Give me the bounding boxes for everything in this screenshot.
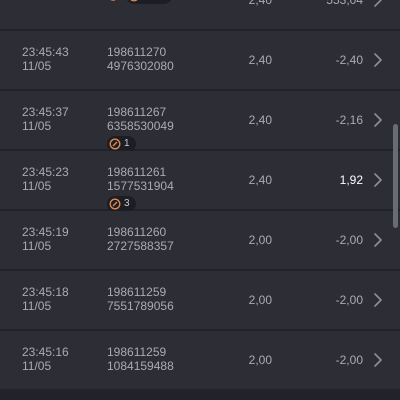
round-id: 198611261 <box>107 165 167 179</box>
parlay-icon <box>109 138 121 150</box>
bet-id: 4976302080 <box>107 59 174 73</box>
parlay-icon <box>130 0 138 2</box>
id-cell: 198611259 7551789056 <box>107 285 174 313</box>
bet-row[interactable]: 11/05 0+17 2,40 553,04 <box>0 0 400 29</box>
round-id: 198611267 <box>107 105 167 119</box>
chevron-right-icon[interactable] <box>373 172 383 188</box>
amount-value: -2,40 <box>335 53 363 67</box>
bet-row[interactable]: 23:45:37 11/05 198611267 6358530049 1 2,… <box>0 91 400 152</box>
bet-id: 7551789056 <box>107 299 174 313</box>
time-cell: 23:45:19 11/05 <box>22 225 69 253</box>
chevron-right-icon[interactable] <box>373 292 383 308</box>
odds-value: 2,40 <box>248 113 272 127</box>
bet-id: 2727588357 <box>107 239 174 253</box>
badge <box>107 0 122 4</box>
bet-time: 23:45:37 <box>22 105 69 119</box>
time-cell: 23:45:18 11/05 <box>22 285 69 313</box>
time-cell: 23:45:23 11/05 <box>22 165 69 193</box>
id-cell: 198611259 1084159488 <box>107 345 174 373</box>
chevron-right-icon[interactable] <box>373 112 383 128</box>
odds-value: 2,00 <box>248 233 272 247</box>
chevron-right-icon[interactable] <box>373 232 383 248</box>
odds-value: 2,00 <box>248 293 272 307</box>
chevron-right-icon[interactable] <box>373 0 383 8</box>
bet-row[interactable]: 23:45:18 11/05 198611259 7551789056 2,00… <box>0 271 400 329</box>
refresh-icon <box>110 0 116 1</box>
amount-value: -2,16 <box>335 113 363 127</box>
bet-time: 23:45:43 <box>22 45 69 59</box>
bet-id: 1084159488 <box>107 359 174 373</box>
time-cell: 23:45:16 11/05 <box>22 345 69 373</box>
bet-row[interactable]: 23:45:23 11/05 198611261 1577531904 3 2,… <box>0 151 400 212</box>
round-id: 198611270 <box>107 45 167 59</box>
id-cell: 198611270 4976302080 <box>107 45 174 73</box>
bet-date: 11/05 <box>22 59 52 73</box>
badge: 0+17 <box>126 0 172 4</box>
bet-row[interactable]: 23:45:43 11/05 198611270 4976302080 2,40… <box>0 31 400 89</box>
bet-row[interactable]: 23:45:19 11/05 198611260 2727588357 2,00… <box>0 211 400 269</box>
bet-id: 6358530049 <box>107 119 174 133</box>
odds-value: 2,40 <box>248 173 272 187</box>
time-cell: 23:45:43 11/05 <box>22 45 69 73</box>
amount-value: -2,00 <box>335 353 363 367</box>
bet-date: 11/05 <box>22 299 52 313</box>
badge-group: 3 <box>107 196 174 212</box>
badge-count: 3 <box>124 198 130 209</box>
bet-date: 11/05 <box>22 359 52 373</box>
round-id: 198611260 <box>107 225 167 239</box>
time-cell: 23:45:37 11/05 <box>22 105 69 133</box>
id-cell: 198611261 1577531904 3 <box>107 165 174 212</box>
badge-count: 0+17 <box>143 0 166 3</box>
odds-value: 2,00 <box>248 353 272 367</box>
scrollbar[interactable] <box>393 124 398 228</box>
amount-value: -2,00 <box>335 233 363 247</box>
amount-value: -2,00 <box>335 293 363 307</box>
id-cell: 198611260 2727588357 <box>107 225 174 253</box>
bet-time: 23:45:19 <box>22 225 69 239</box>
badge-count: 1 <box>124 138 130 149</box>
round-id: 198611259 <box>107 285 167 299</box>
badge: 3 <box>107 196 136 212</box>
bet-history-list: 11/05 0+17 2,40 553,04 23:45:43 11/05 19… <box>0 0 400 391</box>
amount-value: 1,92 <box>339 173 363 187</box>
bet-date: 11/05 <box>22 179 52 193</box>
round-id: 198611259 <box>107 345 167 359</box>
bet-time: 23:45:18 <box>22 285 69 299</box>
bet-date: 11/05 <box>22 119 52 133</box>
chevron-right-icon[interactable] <box>373 52 383 68</box>
id-cell: 0+17 <box>107 0 172 4</box>
parlay-icon <box>109 198 121 210</box>
bet-date: 11/05 <box>22 239 52 253</box>
odds-value: 2,40 <box>248 0 272 7</box>
chevron-right-icon[interactable] <box>373 352 383 368</box>
odds-value: 2,40 <box>248 53 272 67</box>
badge: 1 <box>107 136 136 152</box>
bet-row[interactable]: 23:45:16 11/05 198611259 1084159488 2,00… <box>0 331 400 389</box>
badge-group: 0+17 <box>107 0 172 4</box>
bet-id: 1577531904 <box>107 179 174 193</box>
bet-time: 23:45:23 <box>22 165 69 179</box>
amount-value: 553,04 <box>326 0 363 7</box>
badge-group: 1 <box>107 136 174 152</box>
id-cell: 198611267 6358530049 1 <box>107 105 174 152</box>
bet-time: 23:45:16 <box>22 345 69 359</box>
